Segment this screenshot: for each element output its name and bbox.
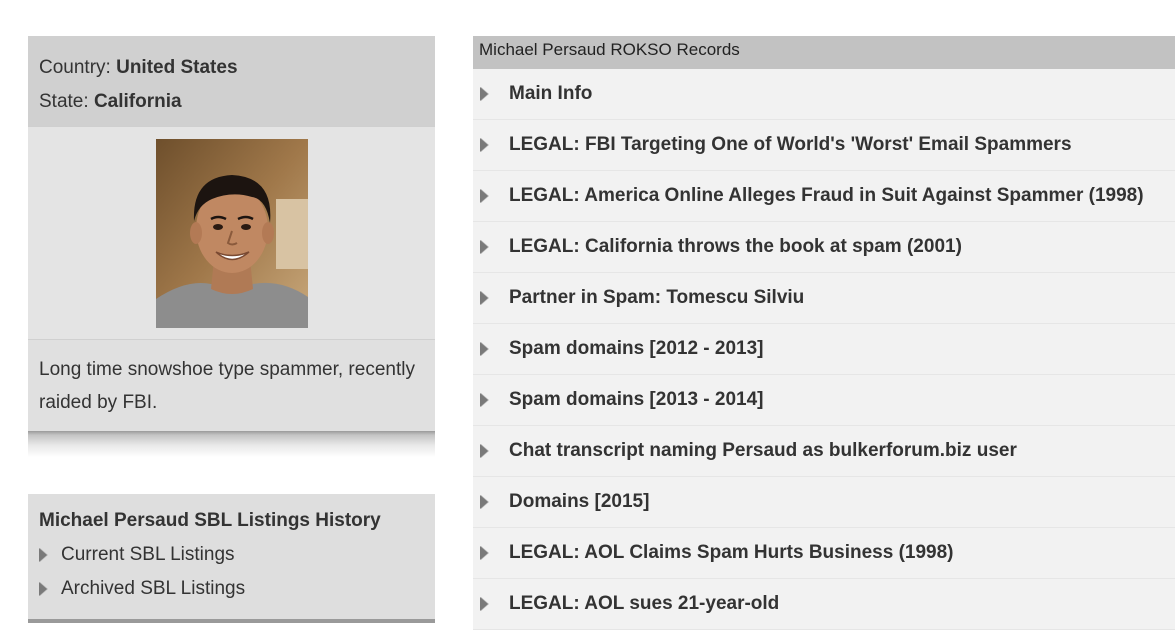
rokso-panel: Michael Persaud ROKSO Records Main Info …: [473, 36, 1175, 630]
rokso-record-link[interactable]: Domains [2015]: [473, 477, 1175, 528]
arrow-right-icon: [480, 393, 488, 407]
record-label[interactable]: LEGAL: AOL sues 21-year-old: [509, 593, 779, 615]
profile-panel: Country: United States State: California: [28, 36, 435, 457]
rokso-record-link[interactable]: LEGAL: California throws the book at spa…: [473, 222, 1175, 273]
rokso-record-link[interactable]: LEGAL: AOL sues 21-year-old: [473, 579, 1175, 630]
panel-divider: [28, 619, 435, 623]
record-label[interactable]: LEGAL: California throws the book at spa…: [509, 236, 962, 258]
location-box: Country: United States State: California: [28, 36, 435, 126]
sbl-history-panel: Michael Persaud SBL Listings History Cur…: [28, 494, 435, 623]
arrow-right-icon: [480, 546, 488, 560]
record-label[interactable]: Spam domains [2012 - 2013]: [509, 338, 764, 360]
record-label[interactable]: LEGAL: America Online Alleges Fraud in S…: [509, 185, 1144, 207]
rokso-record-link[interactable]: LEGAL: America Online Alleges Fraud in S…: [473, 171, 1175, 222]
arrow-right-icon: [39, 548, 47, 562]
record-label[interactable]: LEGAL: AOL Claims Spam Hurts Business (1…: [509, 542, 954, 564]
archived-sbl-link[interactable]: Archived SBL Listings: [39, 572, 435, 606]
arrow-right-icon: [480, 189, 488, 203]
record-label[interactable]: LEGAL: FBI Targeting One of World's 'Wor…: [509, 134, 1072, 156]
country-label: Country:: [39, 57, 111, 78]
record-label[interactable]: Chat transcript naming Persaud as bulker…: [509, 440, 1017, 462]
record-label[interactable]: Partner in Spam: Tomescu Silviu: [509, 287, 804, 309]
photo-box: [28, 126, 435, 339]
rokso-record-link[interactable]: Partner in Spam: Tomescu Silviu: [473, 273, 1175, 324]
arrow-right-icon: [480, 444, 488, 458]
rokso-record-link[interactable]: Chat transcript naming Persaud as bulker…: [473, 426, 1175, 477]
record-label[interactable]: Domains [2015]: [509, 491, 649, 513]
sbl-item-label[interactable]: Archived SBL Listings: [61, 572, 245, 606]
profile-photo: [156, 139, 308, 328]
rokso-record-link[interactable]: LEGAL: AOL Claims Spam Hurts Business (1…: [473, 528, 1175, 579]
state-label: State:: [39, 91, 89, 112]
arrow-right-icon: [480, 138, 488, 152]
rokso-record-link[interactable]: Spam domains [2013 - 2014]: [473, 375, 1175, 426]
rokso-records-list: Main Info LEGAL: FBI Targeting One of Wo…: [473, 69, 1175, 630]
description-text: Long time snowshoe type spammer, recentl…: [39, 359, 415, 413]
arrow-right-icon: [480, 597, 488, 611]
arrow-right-icon: [480, 291, 488, 305]
arrow-right-icon: [480, 87, 488, 101]
arrow-right-icon: [480, 342, 488, 356]
description-box: Long time snowshoe type spammer, recentl…: [28, 339, 435, 431]
country-row: Country: United States: [39, 51, 435, 85]
rokso-record-link[interactable]: Main Info: [473, 69, 1175, 120]
state-value: California: [93, 91, 182, 112]
record-label[interactable]: Spam domains [2013 - 2014]: [509, 389, 764, 411]
arrow-right-icon: [480, 495, 488, 509]
record-label[interactable]: Main Info: [509, 83, 592, 105]
arrow-right-icon: [480, 240, 488, 254]
state-row: State: California: [39, 85, 435, 119]
current-sbl-link[interactable]: Current SBL Listings: [39, 538, 435, 572]
rokso-record-link[interactable]: Spam domains [2012 - 2013]: [473, 324, 1175, 375]
country-value: United States: [116, 57, 238, 78]
arrow-right-icon: [39, 582, 47, 596]
rokso-header: Michael Persaud ROKSO Records: [473, 36, 1175, 69]
sbl-history-title: Michael Persaud SBL Listings History: [39, 510, 381, 531]
panel-shadow: [28, 431, 435, 457]
rokso-record-link[interactable]: LEGAL: FBI Targeting One of World's 'Wor…: [473, 120, 1175, 171]
sbl-item-label[interactable]: Current SBL Listings: [61, 538, 235, 572]
